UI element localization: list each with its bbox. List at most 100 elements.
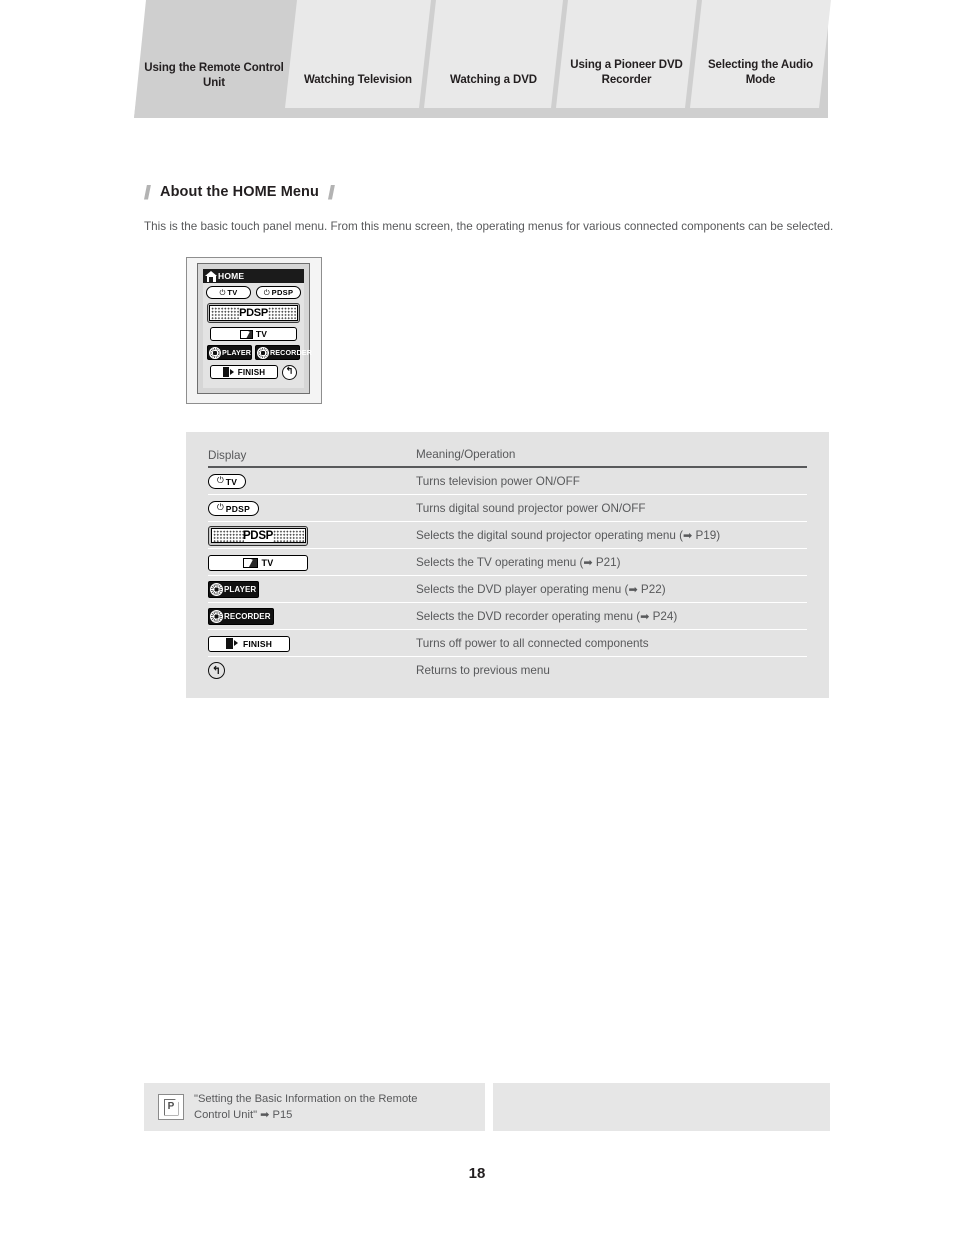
player-button[interactable]: PLAYER xyxy=(208,581,260,598)
recorder-button[interactable]: RECORDER xyxy=(208,608,274,625)
tab-label: Watching a DVD xyxy=(450,74,537,86)
tab-label: Selecting the Audio Mode xyxy=(707,59,813,86)
display-cell: RECORDER xyxy=(208,608,416,625)
meaning-cell: Selects the TV operating menu (➡ P21) xyxy=(416,555,807,571)
screen-pdsp-menu-button[interactable]: PDSP xyxy=(207,303,300,323)
screen-player-button[interactable]: PLAYER xyxy=(207,345,252,360)
speaker-grille-icon xyxy=(272,530,304,542)
table-row: RECORDER Selects the DVD recorder operat… xyxy=(186,603,829,630)
meaning-text: Selects the TV operating menu ( xyxy=(416,555,584,569)
power-pdsp-label: PDSP xyxy=(271,288,294,297)
display-meaning-table: Display Meaning/Operation ⏻ TV Turns tel… xyxy=(186,432,829,698)
device-button-row: PLAYER RECORDER xyxy=(207,345,312,360)
meaning-cell: Selects the digital sound projector oper… xyxy=(416,528,807,544)
page-reference: P19) xyxy=(692,528,721,542)
reference-arrow-icon: ➡ xyxy=(683,528,693,542)
home-icon xyxy=(205,270,217,282)
display-cell: ↰ xyxy=(208,662,416,679)
tv-label: TV xyxy=(255,329,268,339)
finish-row: FINISH ↰ xyxy=(210,364,299,380)
display-cell: TV xyxy=(208,554,416,571)
tab-selecting-the-audio-mode[interactable]: Selecting the Audio Mode xyxy=(690,0,831,108)
display-cell: PDSP xyxy=(208,525,416,546)
remote-shell-inner: HOME ⏻ TV ⏻ PDSP PDSP TV PLAYER RECORDER… xyxy=(197,263,312,394)
table-row: PDSP Selects the digital sound projector… xyxy=(186,522,829,549)
meaning-cell: Turns off power to all connected compone… xyxy=(416,636,649,650)
reference-arrow-icon: ➡ xyxy=(583,555,593,569)
player-label: PLAYER xyxy=(222,348,252,357)
heading-bar-right-icon xyxy=(328,185,335,200)
page-icon-letter: P xyxy=(167,1101,175,1112)
power-button-row: ⏻ TV ⏻ PDSP xyxy=(206,286,301,299)
player-label: PLAYER xyxy=(224,585,257,594)
power-icon: ⏻ xyxy=(217,476,224,487)
tab-label: Using the Remote Control Unit xyxy=(144,62,284,89)
heading-bar-left-icon xyxy=(144,185,151,200)
disc-icon xyxy=(210,583,223,596)
column-header-display: Display xyxy=(208,448,247,462)
reference-arrow-icon: ➡ xyxy=(260,1108,270,1121)
tab-watching-television[interactable]: Watching Television xyxy=(285,0,431,108)
tv-label: TV xyxy=(261,557,274,568)
screen-return-icon[interactable]: ↰ xyxy=(282,364,297,380)
table-row: ↰ Returns to previous menu xyxy=(186,657,829,684)
disc-icon xyxy=(257,346,269,359)
display-cell: FINISH xyxy=(208,635,416,652)
meaning-text: Selects the DVD player operating menu ( xyxy=(416,582,629,596)
tab-watching-a-dvd[interactable]: Watching a DVD xyxy=(424,0,563,108)
cross-reference-note[interactable]: P "Setting the Basic Information on the … xyxy=(144,1083,485,1131)
display-cell: ⏻ PDSP xyxy=(208,501,416,516)
tab-label: Watching Television xyxy=(303,74,412,86)
pdsp-menu-button[interactable]: PDSP xyxy=(208,525,308,546)
finish-button[interactable]: FINISH xyxy=(208,635,290,652)
power-tv-label: TV xyxy=(225,476,238,487)
page-reference: P21) xyxy=(592,555,621,569)
power-icon: ⏻ xyxy=(219,287,226,297)
page-number: 18 xyxy=(468,1165,486,1182)
note-line-1: "Setting the Basic Information on the Re… xyxy=(194,1093,418,1105)
empty-note-box xyxy=(493,1083,830,1131)
screen-recorder-button[interactable]: RECORDER xyxy=(255,345,312,360)
reference-arrow-icon: ➡ xyxy=(628,582,638,596)
table-row: ⏻ PDSP Turns digital sound projector pow… xyxy=(186,495,829,522)
power-icon: ⏻ xyxy=(263,287,270,297)
meaning-cell: Selects the DVD recorder operating menu … xyxy=(416,609,807,625)
tv-screen-icon xyxy=(239,329,253,339)
reference-arrow-icon: ➡ xyxy=(640,609,650,623)
screen-tv-menu-button[interactable]: TV xyxy=(210,327,297,341)
power-tv-label: TV xyxy=(227,288,238,297)
display-cell: PLAYER xyxy=(208,581,416,598)
power-pdsp-button[interactable]: ⏻ PDSP xyxy=(208,501,260,516)
tab-using-the-remote-control-unit[interactable]: Using the Remote Control Unit xyxy=(134,0,294,118)
column-header-meaning: Meaning/Operation xyxy=(416,448,516,461)
finish-label: FINISH xyxy=(242,638,273,649)
remote-touch-panel-screen: HOME ⏻ TV ⏻ PDSP PDSP TV PLAYER RECORDER… xyxy=(203,269,312,388)
disc-icon xyxy=(210,610,223,623)
meaning-cell: Turns television power ON/OFF xyxy=(416,474,580,488)
footer-note-area: P "Setting the Basic Information on the … xyxy=(144,1083,830,1131)
table-row: TV Selects the TV operating menu (➡ P21) xyxy=(186,549,829,576)
page-reference-icon: P xyxy=(158,1094,184,1120)
screen-title: HOME xyxy=(218,271,245,281)
finish-label: FINISH xyxy=(237,367,266,377)
screen-power-pdsp-button[interactable]: ⏻ PDSP xyxy=(256,286,301,299)
power-tv-button[interactable]: ⏻ TV xyxy=(208,474,247,489)
note-text: "Setting the Basic Information on the Re… xyxy=(194,1091,418,1123)
section-heading: About the HOME Menu xyxy=(144,182,335,202)
table-header-row: Display Meaning/Operation xyxy=(186,442,829,468)
recorder-label: RECORDER xyxy=(224,612,271,621)
return-icon[interactable]: ↰ xyxy=(208,662,225,679)
disc-icon xyxy=(209,346,221,359)
screen-titlebar: HOME xyxy=(203,269,304,283)
tab-using-a-pioneer-dvd-recorder[interactable]: Using a Pioneer DVD Recorder xyxy=(556,0,697,108)
tv-screen-icon xyxy=(242,557,258,568)
recorder-label: RECORDER xyxy=(270,348,312,357)
table-row: ⏻ TV Turns television power ON/OFF xyxy=(186,468,829,495)
remote-control-illustration: HOME ⏻ TV ⏻ PDSP PDSP TV PLAYER RECORDER… xyxy=(186,257,322,404)
screen-finish-button[interactable]: FINISH xyxy=(210,365,278,379)
screen-power-tv-button[interactable]: ⏻ TV xyxy=(206,286,251,299)
meaning-text: Selects the DVD recorder operating menu … xyxy=(416,609,641,623)
display-cell: ⏻ TV xyxy=(208,474,416,489)
tv-menu-button[interactable]: TV xyxy=(208,554,308,571)
exit-door-icon xyxy=(222,367,234,377)
